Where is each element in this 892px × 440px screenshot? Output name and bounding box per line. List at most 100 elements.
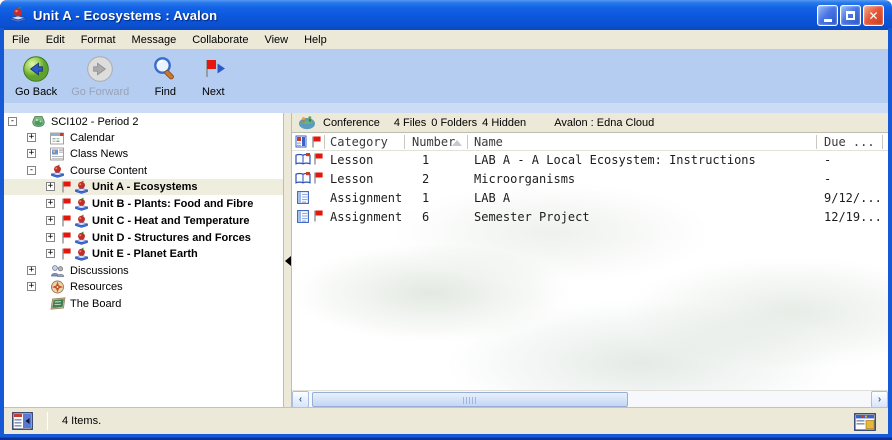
go-back-label: Go Back [15, 86, 57, 98]
flag-icon [61, 248, 72, 263]
row-number: 2 [422, 172, 429, 186]
next-label: Next [202, 86, 225, 98]
column-separator[interactable] [324, 135, 325, 149]
expand-toggle[interactable]: + [46, 182, 55, 191]
row-category: Assignment [330, 191, 402, 205]
column-name[interactable]: Name [474, 135, 503, 149]
row-number: 6 [422, 210, 429, 224]
close-icon: ✕ [868, 10, 878, 22]
table-row-lesson-1[interactable]: Lesson 1 LAB A - A Local Ecosystem: Inst… [292, 151, 888, 170]
row-category: Lesson [330, 172, 373, 186]
tree-item-unit-e[interactable]: + Unit E - Planet Earth [4, 246, 283, 262]
tree-item-unit-c[interactable]: + Unit C - Heat and Temperature [4, 213, 283, 229]
conference-owner: Avalon : Edna Cloud [554, 117, 654, 129]
row-category: Assignment [330, 210, 402, 224]
flag-icon [313, 153, 324, 165]
tree-item-label: Unit E - Planet Earth [92, 248, 198, 260]
scroll-right-button[interactable]: › [871, 391, 888, 407]
window-border [0, 28, 4, 440]
find-icon [151, 54, 179, 84]
conference-info-bar: Conference 4 Files 0 Folders 4 Hidden Av… [292, 113, 888, 133]
toggle-list-pane-icon[interactable] [12, 412, 33, 430]
status-separator [47, 412, 48, 430]
table-row-assignment-1[interactable]: Assignment 1 LAB A 9/12/... [292, 189, 888, 208]
scrollbar-thumb[interactable] [312, 392, 628, 407]
expand-toggle[interactable]: + [46, 249, 55, 258]
expand-toggle[interactable]: + [46, 199, 55, 208]
menu-view[interactable]: View [256, 32, 296, 48]
expand-toggle[interactable]: + [46, 233, 55, 242]
tree-item-unit-a[interactable]: + Unit A - Ecosystems [4, 179, 283, 195]
panel-splitter[interactable] [283, 113, 292, 407]
tree-item-label: Course Content [70, 165, 147, 177]
assignment-icon [297, 191, 309, 204]
expand-toggle[interactable]: + [27, 282, 36, 291]
row-due: 12/19... [824, 210, 882, 224]
flag-column-icon[interactable] [311, 136, 322, 148]
find-button[interactable]: Find [146, 53, 184, 99]
find-label: Find [155, 86, 176, 98]
menu-message[interactable]: Message [124, 32, 185, 48]
column-separator[interactable] [816, 135, 817, 149]
conference-folders-count: 0 Folders [431, 117, 477, 129]
tree-item-class[interactable]: - SCI102 - Period 2 [4, 114, 283, 130]
tree-item-the-board[interactable]: The Board [4, 296, 283, 312]
scrollbar-grip [463, 397, 477, 404]
menu-edit[interactable]: Edit [38, 32, 73, 48]
minimize-button[interactable] [817, 5, 838, 26]
collapse-toggle[interactable]: - [8, 117, 17, 126]
column-due[interactable]: Due ... [824, 135, 875, 149]
menu-format[interactable]: Format [73, 32, 124, 48]
expand-toggle[interactable]: + [46, 216, 55, 225]
tree-item-calendar[interactable]: + Calendar [4, 130, 283, 146]
tree-item-discussions[interactable]: + Discussions [4, 263, 283, 279]
tree-item-resources[interactable]: + Resources [4, 279, 283, 295]
tree-item-label: Class News [70, 148, 128, 160]
tree-item-unit-d[interactable]: + Unit D - Structures and Forces [4, 230, 283, 246]
collapse-toggle[interactable]: - [27, 166, 36, 175]
menu-file[interactable]: File [4, 32, 38, 48]
app-course-icon [9, 6, 27, 24]
category-column-icon[interactable] [295, 135, 308, 148]
flag-icon [61, 215, 72, 230]
table-column-header: Category Number Name Due ... [292, 133, 888, 151]
news-icon [50, 147, 65, 164]
scroll-left-button[interactable]: ‹ [292, 391, 309, 407]
expand-toggle[interactable]: + [27, 266, 36, 275]
row-name: Semester Project [474, 210, 590, 224]
row-due: 9/12/... [824, 191, 882, 205]
row-name: Microorganisms [474, 172, 575, 186]
conference-content-panel: Conference 4 Files 0 Folders 4 Hidden Av… [292, 113, 888, 407]
maximize-button[interactable] [840, 5, 861, 26]
horizontal-scrollbar[interactable]: ‹ › [292, 390, 888, 407]
assignment-icon [297, 210, 309, 223]
column-number[interactable]: Number [412, 135, 455, 149]
row-name: LAB A [474, 191, 510, 205]
title-bar[interactable]: Unit A - Ecosystems : Avalon ✕ [0, 0, 892, 30]
go-forward-button[interactable]: Go Forward [66, 53, 134, 99]
lesson-icon [295, 153, 311, 166]
column-separator[interactable] [404, 135, 405, 149]
item-count-label: 4 Items. [62, 415, 101, 427]
table-row-lesson-2[interactable]: Lesson 2 Microorganisms - [292, 170, 888, 189]
next-button[interactable]: Next [194, 53, 232, 99]
expand-toggle[interactable]: + [27, 149, 36, 158]
toggle-preview-pane-icon[interactable] [854, 413, 876, 431]
table-row-assignment-6[interactable]: Assignment 6 Semester Project 12/19... [292, 208, 888, 227]
tree-item-course-content[interactable]: - Course Content [4, 163, 283, 179]
menu-collaborate[interactable]: Collaborate [184, 32, 256, 48]
go-forward-label: Go Forward [71, 86, 129, 98]
column-separator[interactable] [467, 135, 468, 149]
column-separator[interactable] [882, 135, 883, 149]
tree-item-unit-b[interactable]: + Unit B - Plants: Food and Fibre [4, 196, 283, 212]
expand-toggle[interactable]: + [27, 133, 36, 142]
tree-item-class-news[interactable]: + Class News [4, 146, 283, 162]
menu-help[interactable]: Help [296, 32, 335, 48]
tree-item-label: Resources [70, 281, 123, 293]
collapse-panel-arrow-icon[interactable] [285, 256, 291, 266]
maximize-icon [846, 11, 855, 20]
column-category[interactable]: Category [330, 135, 388, 149]
row-due: - [824, 153, 831, 167]
go-back-button[interactable]: Go Back [10, 53, 62, 99]
close-button[interactable]: ✕ [863, 5, 884, 26]
